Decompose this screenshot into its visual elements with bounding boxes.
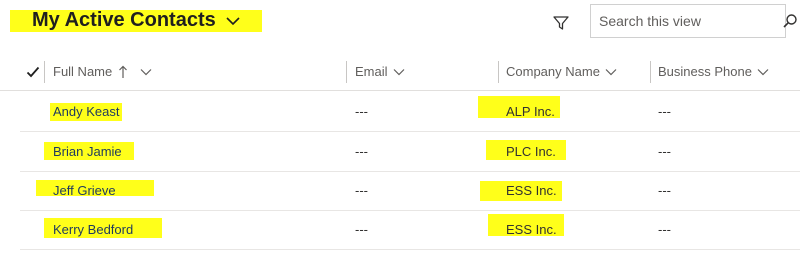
business-phone-cell: --- — [658, 104, 671, 119]
chevron-down-icon[interactable] — [393, 68, 405, 76]
chevron-down-icon[interactable] — [757, 68, 769, 76]
column-header-business-phone[interactable]: Business Phone — [658, 64, 769, 79]
column-label: Business Phone — [658, 64, 752, 79]
email-cell: --- — [355, 183, 368, 198]
column-label: Email — [355, 64, 388, 79]
search-input[interactable] — [597, 12, 782, 30]
company-name-link[interactable]: ESS Inc. — [506, 222, 557, 237]
chevron-down-icon[interactable] — [140, 68, 152, 76]
column-separator — [650, 61, 651, 83]
search-icon[interactable] — [782, 13, 798, 29]
email-cell: --- — [355, 222, 368, 237]
column-label: Full Name — [53, 64, 113, 79]
business-phone-cell: --- — [658, 144, 671, 159]
table-row[interactable]: Brian Jamie --- PLC Inc. --- — [20, 132, 800, 172]
company-name-link[interactable]: ESS Inc. — [506, 183, 557, 198]
company-name-link[interactable]: PLC Inc. — [506, 144, 556, 159]
column-separator — [44, 61, 45, 83]
full-name-link[interactable]: Andy Keast — [53, 104, 120, 119]
full-name-link[interactable]: Brian Jamie — [53, 144, 122, 159]
column-separator — [346, 61, 347, 83]
full-name-link[interactable]: Jeff Grieve — [53, 183, 116, 198]
table-row[interactable]: Kerry Bedford --- ESS Inc. --- — [20, 210, 800, 250]
full-name-link[interactable]: Kerry Bedford — [53, 222, 133, 237]
search-box[interactable] — [590, 4, 797, 38]
column-label: Company Name — [506, 64, 600, 79]
column-header-company-name[interactable]: Company Name — [506, 64, 617, 79]
business-phone-cell: --- — [658, 183, 671, 198]
chevron-down-icon[interactable] — [226, 16, 240, 26]
column-header-full-name[interactable]: Full Name — [53, 64, 152, 79]
sort-ascending-icon — [118, 65, 128, 79]
chevron-down-icon[interactable] — [605, 68, 617, 76]
company-name-link[interactable]: ALP Inc. — [506, 104, 555, 119]
column-separator — [498, 61, 499, 83]
table-row[interactable]: Andy Keast --- ALP Inc. --- — [20, 92, 800, 132]
page-title: My Active Contacts — [32, 9, 216, 31]
checkmark-icon[interactable] — [26, 65, 40, 79]
filter-icon[interactable] — [552, 14, 570, 32]
email-cell: --- — [355, 104, 368, 119]
view-selector[interactable]: My Active Contacts — [32, 9, 240, 32]
email-cell: --- — [355, 144, 368, 159]
table-row[interactable]: Jeff Grieve --- ESS Inc. --- — [20, 171, 800, 211]
column-header-email[interactable]: Email — [355, 64, 405, 79]
business-phone-cell: --- — [658, 222, 671, 237]
grid-header: Full Name Email Company Name Business Ph… — [0, 54, 800, 91]
